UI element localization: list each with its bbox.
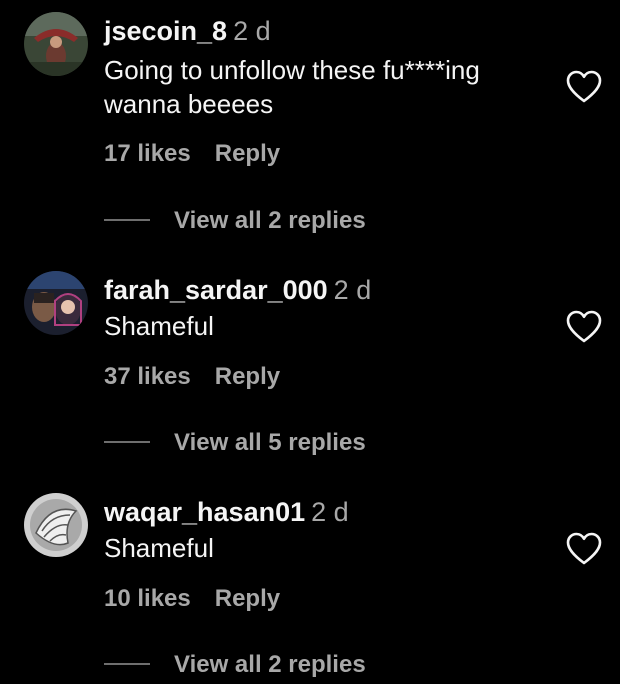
- heart-outline-icon[interactable]: [566, 532, 602, 566]
- likes-count[interactable]: 10 likes: [104, 585, 191, 612]
- view-replies-label: View all 2 replies: [174, 651, 366, 678]
- avatar[interactable]: [24, 493, 88, 557]
- comment-item: waqar_hasan01 2 d Shameful 10 likes Reply …: [0, 0, 620, 684]
- comment-actions: 10 likes Reply: [104, 584, 280, 614]
- username[interactable]: waqar_hasan01: [104, 497, 305, 527]
- comment-header: waqar_hasan01 2 d: [104, 495, 349, 529]
- comment-text: Shameful: [104, 533, 214, 563]
- reply-button[interactable]: Reply: [215, 585, 280, 612]
- view-replies-button[interactable]: View all 2 replies: [104, 650, 366, 680]
- replies-divider: [104, 662, 150, 665]
- timestamp: 2 d: [311, 497, 349, 527]
